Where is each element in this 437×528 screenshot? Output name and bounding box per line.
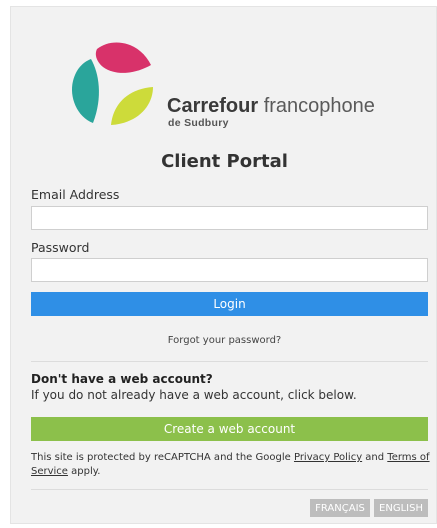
- divider: [31, 361, 428, 362]
- brand-logo: Carrefour francophone de Sudbury: [11, 7, 437, 137]
- password-label: Password: [31, 240, 90, 255]
- login-card: Carrefour francophone de Sudbury Client …: [10, 6, 437, 524]
- logo-mark: [71, 42, 153, 125]
- language-english-button[interactable]: ENGLISH: [374, 499, 428, 517]
- language-french-button[interactable]: FRANÇAIS: [310, 499, 370, 517]
- email-label: Email Address: [31, 187, 120, 202]
- email-field[interactable]: [31, 206, 428, 230]
- divider: [31, 489, 428, 490]
- recaptcha-notice: This site is protected by reCAPTCHA and …: [31, 452, 430, 477]
- page-title: Client Portal: [161, 151, 288, 172]
- password-field[interactable]: [31, 258, 428, 282]
- create-account-button[interactable]: Create a web account: [31, 417, 428, 441]
- brand-subtitle: de Sudbury: [168, 117, 229, 129]
- forgot-password-link[interactable]: Forgot your password?: [11, 335, 437, 346]
- brand-name: Carrefour francophone: [167, 95, 375, 117]
- signup-text: If you do not already have a web account…: [31, 388, 357, 402]
- signup-heading: Don't have a web account?: [31, 372, 213, 386]
- login-button[interactable]: Login: [31, 292, 428, 316]
- privacy-policy-link[interactable]: Privacy Policy: [294, 452, 362, 463]
